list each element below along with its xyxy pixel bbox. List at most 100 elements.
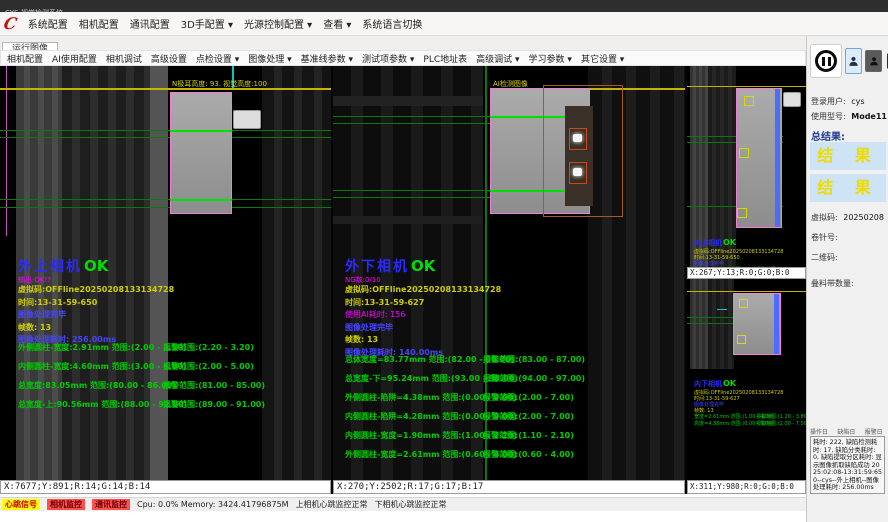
overlay-cyan-tick <box>717 309 727 310</box>
measurement-row: 高度=4.38mm 范围:(0.00 - 9.00)报警范围:(2.00 - 7… <box>694 421 804 428</box>
menu-item-comm-config[interactable]: 通讯配置 <box>130 16 170 31</box>
result-ok: OK <box>84 257 108 275</box>
menu-item-3d-hand-config[interactable]: 3D手配置 ▾ <box>181 16 233 31</box>
barcode-value: 20250208 <box>843 213 884 222</box>
overlay-top-label: N极耳高度: 93. 视觉高度:100 <box>172 79 267 89</box>
alarm-range: 报警范围:(2.20 - 3.20) <box>163 342 254 353</box>
toolbar-plc-address-table[interactable]: PLC地址表 <box>423 52 467 65</box>
toolbar-image-processing[interactable]: 图像处理 ▾ <box>248 52 291 65</box>
coordinate-bar-middle: X:270;Y:2502;R:17;G:17;B:17 <box>333 480 685 494</box>
toolbar-test-item-params[interactable]: 测试项参数 ▾ <box>362 52 414 65</box>
coordinate-bar-left: X:7677;Y:891;R:14;G:14;B:14 <box>0 480 331 494</box>
camera-view-outer-upper[interactable]: N极耳高度: 93. 视觉高度:100 外上相机OK 输出:OK!? 虚拟码:O… <box>0 66 331 480</box>
annotation-box-yellow <box>739 299 748 308</box>
model-value: Mode11 <box>851 112 887 121</box>
tab-strip: 运行图像 <box>0 36 806 51</box>
model-label: 使用型号: <box>811 112 846 121</box>
menu-bar: C 系统配置 相机配置 通讯配置 3D手配置 ▾ 光源控制配置 ▾ 查看 ▾ 系… <box>0 12 888 36</box>
toolbar-learning-params[interactable]: 学习参数 ▾ <box>529 52 572 65</box>
time-line: 时间:13-31-59-627 <box>345 297 655 310</box>
toolbar-ai-use-config[interactable]: AI使用配置 <box>52 52 97 65</box>
annotation-box-yellow <box>739 148 749 158</box>
frames-line: 帧数: 13 <box>345 334 655 347</box>
toolbar-spot-check-settings[interactable]: 点检设置 ▾ <box>196 52 239 65</box>
measurement-value: 总宽度-上:90.56mm 范围:(88.00 - 92.00) <box>18 399 163 410</box>
annotation-box-yellow <box>737 335 746 344</box>
login-user-label: 登录用户: <box>811 97 846 106</box>
result-ok: OK <box>411 257 435 275</box>
measurement-row: 宽度=2.61mm 范围:(1.00 - 4.00)报警范围:(1.20 - 3… <box>694 414 804 421</box>
measurement-value: 外侧圆柱-宽度=2.61mm 范围:(0.60 - 4.00) <box>345 449 483 460</box>
titlebar: CYS-视觉检测系统 <box>0 0 888 12</box>
user-icon <box>848 53 859 69</box>
measurement-value: 总宽度-下=95.24mm 范围:(93.00 - 98.00) <box>345 373 483 384</box>
qr-label: 二维码: <box>811 253 838 262</box>
status-bar: 心跳信号 相机监控 通讯监控 Cpu: 0.0% Memory: 3424.41… <box>0 497 806 511</box>
lower-camera-heartbeat-text: 下相机心跳监控正常 <box>375 499 447 510</box>
menu-item-system-config[interactable]: 系统配置 <box>28 16 68 31</box>
machine-stripe <box>690 279 708 369</box>
camera-monitor-badge: 相机监控 <box>47 499 85 510</box>
ai-time-line: 使用AI耗时: 156 <box>345 309 655 322</box>
toolbar-camera-config[interactable]: 相机配置 <box>7 52 43 65</box>
alarm-range: 报警范围:(2.00 - 7.00) <box>483 411 574 422</box>
measurement-row: 内侧圆柱-宽度=1.90mm 范围:(1.00 - 2.20)报警范围:(1.1… <box>345 430 585 449</box>
machine-beam <box>333 96 483 106</box>
time-line: 时间:13-31-59-650 <box>18 297 328 310</box>
result-text-block: 外下相机OK NG数:0/10 虚拟码:OFFline2025020813313… <box>345 256 655 359</box>
toolbar-other-settings[interactable]: 其它设置 ▾ <box>581 52 624 65</box>
app-logo-icon: C <box>2 14 19 34</box>
overlay-green-measure <box>170 199 232 201</box>
cpu-memory-text: Cpu: 0.0% Memory: 3424.41796875M <box>137 500 289 509</box>
camera-name: 外上相机 <box>18 259 82 275</box>
status-line: 图像处理完毕 <box>18 309 328 322</box>
overlay-green-measure <box>170 130 232 132</box>
model-row: 使用型号: Mode11 <box>811 111 886 122</box>
result-box-upper: 结 果 <box>810 142 886 170</box>
overlay-green-line <box>0 137 331 138</box>
toolbar-advanced-debug[interactable]: 高级调试 ▾ <box>476 52 519 65</box>
barcode-row: 虚拟码: 20250208 <box>811 212 886 223</box>
machine-stripe <box>708 279 734 369</box>
overlay-yellow-line <box>687 291 806 292</box>
toolbar-baseline-params[interactable]: 基准线参数 ▾ <box>301 52 353 65</box>
alarm-range: 报警范围:(81.00 - 85.00) <box>163 380 265 391</box>
alarm-range: 报警范围:(1.10 - 2.10) <box>483 430 574 441</box>
measurement-row: 外侧圆柱-陷阱=4.38mm 范围:(0.00 - 9.00)报警范围:(2.0… <box>345 392 585 411</box>
result-ok: OK <box>723 238 736 247</box>
measurement-value: 内侧圆柱-宽度:4.60mm 范围:(3.00 - 6.00) <box>18 361 163 372</box>
barcode-line: 虚拟码:OFFline20250208133134728 <box>345 284 655 297</box>
output-label: 输出:OK!? <box>18 276 328 284</box>
upper-camera-heartbeat-text: 上相机心跳监控正常 <box>296 499 368 510</box>
alarm-range: 报警范围:(2.00 - 5.00) <box>163 361 254 372</box>
camera-name: 内上相机 <box>694 239 722 247</box>
login-user-value: cys <box>851 97 864 106</box>
camera-view-inner-lower[interactable]: 内下相机OK 虚拟码:OFFline20250208133134728 时间:1… <box>687 279 806 480</box>
toolbar-camera-debug[interactable]: 相机调试 <box>106 52 142 65</box>
measurement-row: 外侧圆柱-宽度:2.91mm 范围:(2.00 - 3.50)报警范围:(2.2… <box>18 342 265 361</box>
measurement-value: 外侧圆柱-陷阱=4.38mm 范围:(0.00 - 9.00) <box>345 392 483 403</box>
menu-item-view[interactable]: 查看 ▾ <box>323 16 351 31</box>
menu-item-camera-config[interactable]: 相机配置 <box>79 16 119 31</box>
roi-box-orange <box>543 85 623 217</box>
measurement-row: 总宽度-上:90.56mm 范围:(88.00 - 92.00)报警范围:(89… <box>18 399 265 418</box>
camera-result-title: 外上相机OK <box>18 256 328 276</box>
connector-part <box>233 110 261 129</box>
alarm-range: 报警范围:(2.00 - 7.00) <box>756 421 806 427</box>
menu-item-language-switch[interactable]: 系统语言切换 <box>362 16 422 31</box>
machine-beam <box>333 216 483 224</box>
camera-result-title: 外下相机OK <box>345 256 655 276</box>
camera-view-inner-upper[interactable]: 内上相机OK 虚拟码:OFFline20250208133134728 时间:1… <box>687 66 806 267</box>
barcode-line: 虚拟码:OFFline20250208133134728 <box>18 284 328 297</box>
menu-item-light-control-config[interactable]: 光源控制配置 ▾ <box>244 16 312 31</box>
result-text-block: 内上相机OK 虚拟码:OFFline20250208133134728 时间:1… <box>694 230 804 267</box>
toolbar-advanced-settings[interactable]: 高级设置 <box>151 52 187 65</box>
heartbeat-signal-badge: 心跳信号 <box>2 499 40 510</box>
camera-view-outer-lower[interactable]: AI检测图像 外下相机OK NG数:0/10 虚拟码:OFFline202502… <box>333 66 685 480</box>
barcode-label: 虚拟码: <box>811 213 838 222</box>
pause-button[interactable] <box>810 44 842 78</box>
log-text-box[interactable]: 耗时: 222, 缺陷检测耗时: 17, 缺陷分类耗时: 0, 缺陷提取分区耗时… <box>810 436 885 494</box>
login-user-button[interactable] <box>845 48 862 74</box>
measurement-value: 总体宽度=83.77mm 范围:(82.00 - 88.00) <box>345 354 483 365</box>
user-manage-button[interactable] <box>865 50 882 72</box>
